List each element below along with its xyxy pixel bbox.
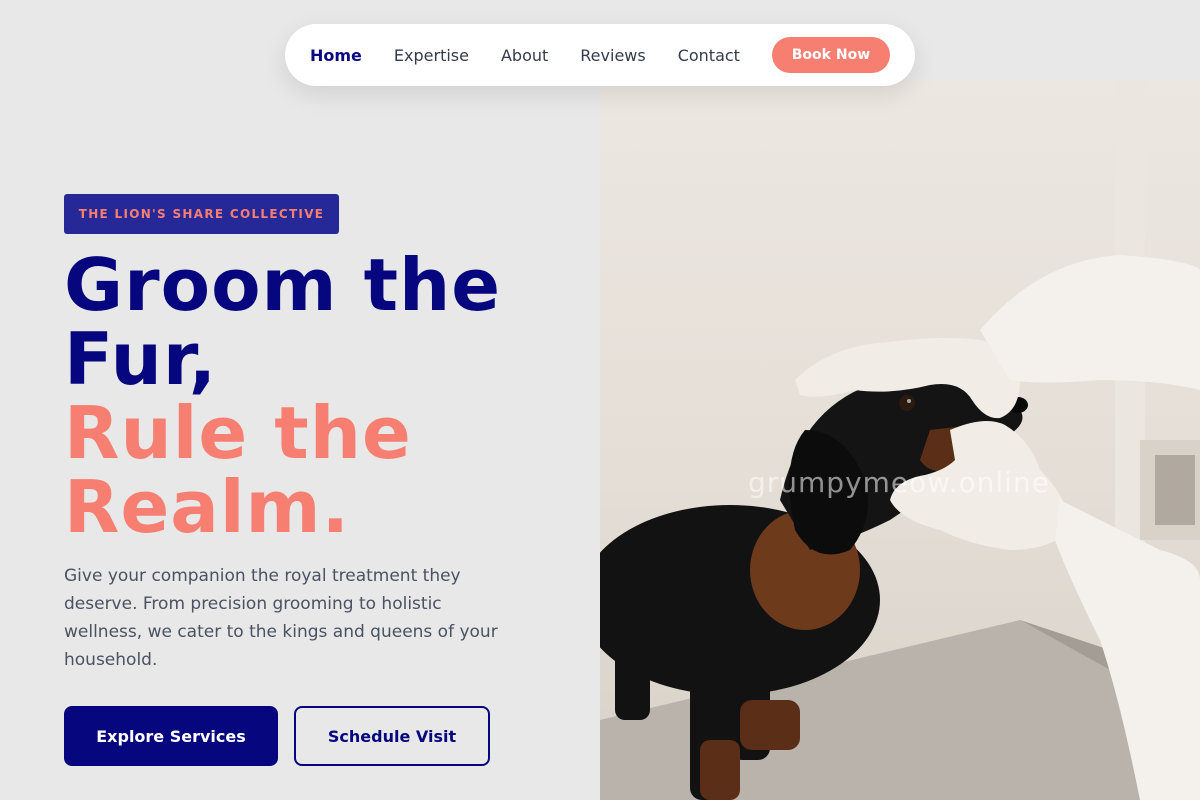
- brand-badge: THE LION'S SHARE COLLECTIVE: [64, 194, 339, 234]
- landing-page: Home Expertise About Reviews Contact Boo…: [0, 0, 1200, 800]
- schedule-visit-button[interactable]: Schedule Visit: [294, 706, 490, 766]
- nav-link-about[interactable]: About: [501, 46, 548, 65]
- nav-link-home[interactable]: Home: [310, 46, 362, 65]
- explore-services-button[interactable]: Explore Services: [64, 706, 278, 766]
- dog-grooming-illustration: [600, 80, 1200, 800]
- nav-link-contact[interactable]: Contact: [678, 46, 740, 65]
- headline-line-4: Realm.: [64, 465, 350, 549]
- watermark-text: grumpymeow.online: [748, 466, 1050, 499]
- hero-description: Give your companion the royal treatment …: [64, 566, 498, 670]
- hero-photo-dog-grooming: grumpymeow.online: [600, 80, 1200, 800]
- top-nav: Home Expertise About Reviews Contact Boo…: [285, 24, 915, 86]
- headline-line-2: Fur,: [64, 317, 218, 401]
- headline-line-1: Groom the: [64, 243, 502, 327]
- nav-link-expertise[interactable]: Expertise: [394, 46, 469, 65]
- hero-headline: Groom the Fur, Rule the Realm.: [64, 248, 501, 544]
- nav-link-reviews[interactable]: Reviews: [580, 46, 645, 65]
- headline-line-3: Rule the: [64, 391, 412, 475]
- book-now-button[interactable]: Book Now: [771, 37, 890, 73]
